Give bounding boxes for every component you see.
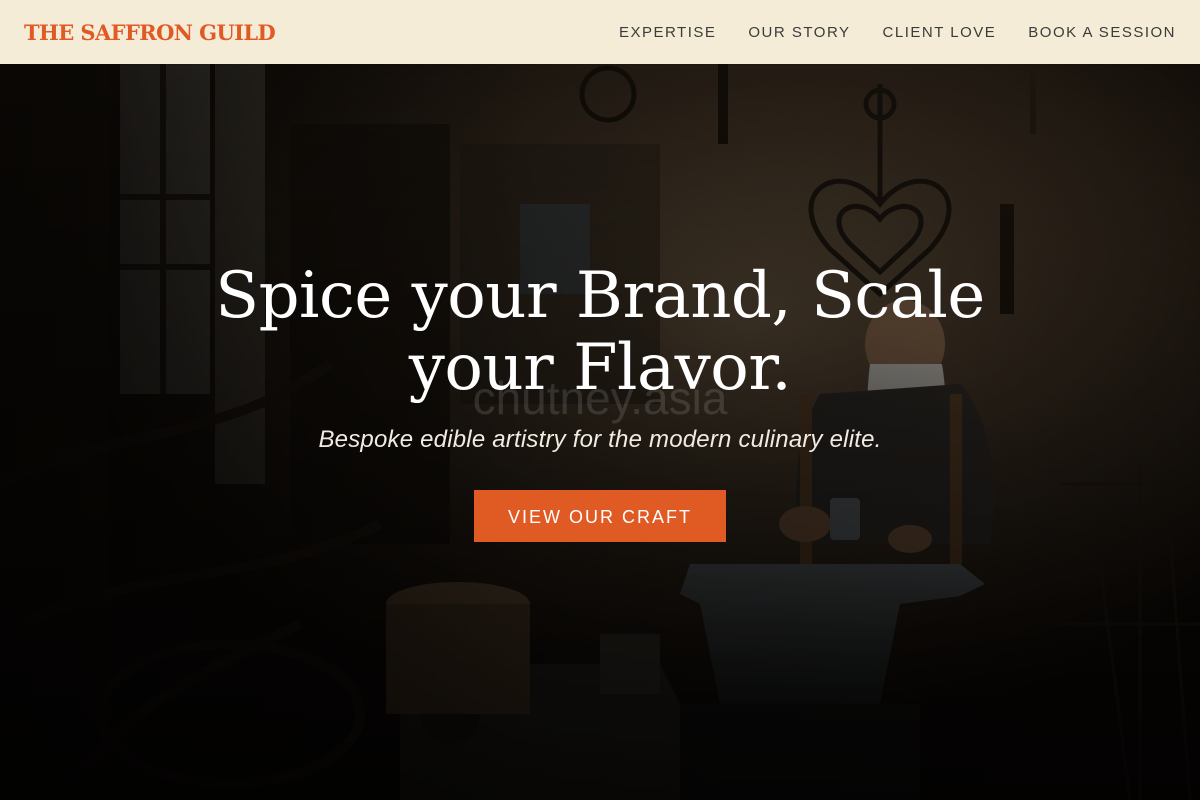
view-our-craft-button[interactable]: VIEW OUR CRAFT bbox=[474, 490, 726, 542]
hero-section: chutney.asia Spice your Brand, Scale you… bbox=[0, 64, 1200, 800]
hero-subtitle: Bespoke edible artistry for the modern c… bbox=[318, 426, 882, 453]
hero-content: Spice your Brand, Scale your Flavor. Bes… bbox=[0, 260, 1200, 542]
nav-link-client-love[interactable]: CLIENT LOVE bbox=[883, 24, 997, 41]
top-navbar: THE SAFFRON GUILD EXPERTISE OUR STORY CL… bbox=[0, 0, 1200, 64]
hero-title: Spice your Brand, Scale your Flavor. bbox=[215, 259, 985, 405]
nav-link-our-story[interactable]: OUR STORY bbox=[748, 24, 850, 41]
nav-link-book-a-session[interactable]: BOOK A SESSION bbox=[1028, 24, 1176, 41]
nav-link-expertise[interactable]: EXPERTISE bbox=[619, 24, 716, 41]
brand-logo[interactable]: THE SAFFRON GUILD bbox=[24, 20, 276, 45]
main-nav: EXPERTISE OUR STORY CLIENT LOVE BOOK A S… bbox=[619, 24, 1176, 41]
